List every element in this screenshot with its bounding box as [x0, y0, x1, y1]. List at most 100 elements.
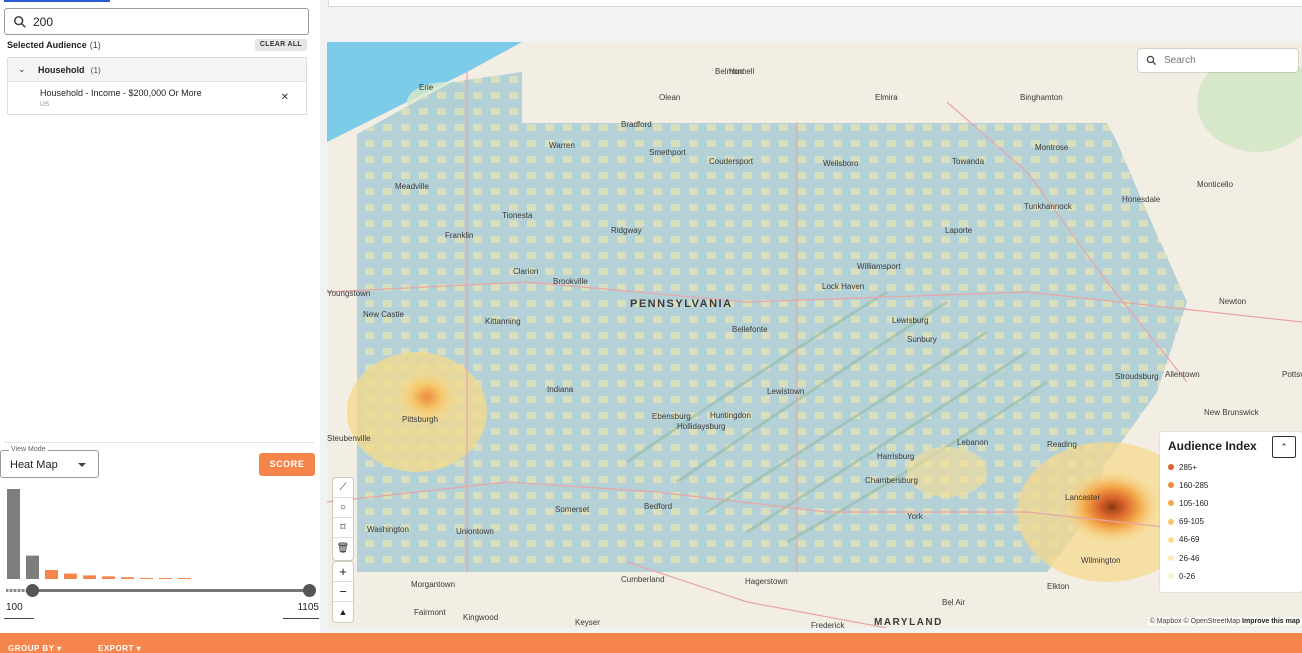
city-label: Allentown: [1165, 370, 1200, 379]
audience-search-input[interactable]: [33, 14, 293, 29]
legend-swatch: [1168, 573, 1174, 580]
histogram-bar: [102, 576, 115, 579]
city-label: Olean: [659, 93, 680, 102]
map-search[interactable]: [1138, 49, 1298, 72]
city-label: Tunkhannock: [1024, 202, 1073, 211]
city-label: Morgantown: [411, 580, 455, 589]
city-label: Tionesta: [502, 211, 533, 220]
city-label: Stroudsburg: [1115, 372, 1159, 381]
map-search-input[interactable]: [1164, 55, 1294, 66]
collapse-icon[interactable]: ⌃: [1272, 436, 1296, 458]
city-label: Keyser: [575, 618, 600, 627]
city-label: Montrose: [1035, 143, 1069, 152]
city-label: Lewistown: [767, 387, 804, 396]
city-label: Wilmington: [1081, 556, 1121, 565]
score-button[interactable]: SCORE: [259, 453, 315, 476]
group-header[interactable]: ⌄ Household (1): [8, 58, 306, 82]
group-name: Household: [38, 64, 85, 75]
group-by-button[interactable]: GROUP BY ▾: [8, 644, 62, 653]
remove-audience-icon[interactable]: ✕: [281, 92, 289, 103]
city-label: Frederick: [811, 621, 845, 628]
city-label: Wellsboro: [823, 159, 859, 168]
export-button[interactable]: EXPORT ▾: [98, 644, 141, 653]
state-label-pennsylvania: PENNSYLVANIA: [630, 298, 733, 310]
city-label: Elkton: [1047, 582, 1069, 591]
city-label: Indiana: [547, 385, 574, 394]
legend-item: 0-26: [1168, 569, 1195, 583]
selected-audience-count: (1): [89, 40, 101, 50]
city-label: Ridgway: [611, 226, 642, 235]
histogram-bar: [26, 555, 39, 579]
improve-map-link[interactable]: Improve this map: [1242, 618, 1300, 625]
city-label: Ebensburg: [652, 412, 691, 421]
caret-down-icon: [78, 463, 86, 467]
city-label: Newton: [1219, 297, 1246, 306]
city-label: Lancaster: [1065, 493, 1100, 502]
city-label: Fairmont: [414, 608, 446, 617]
search-icon: [13, 15, 26, 28]
draw-polygon-icon[interactable]: ⌑: [333, 518, 353, 538]
legend-swatch: [1168, 518, 1174, 525]
view-mode-value: Heat Map: [10, 459, 58, 471]
audience-item-name: Household - Income - $200,000 Or More: [40, 88, 202, 98]
audience-search[interactable]: [4, 8, 309, 35]
attribution-text[interactable]: © Mapbox © OpenStreetMap: [1150, 618, 1240, 625]
legend-item: 46-69: [1168, 533, 1199, 547]
city-label: Clarion: [513, 267, 538, 276]
range-max-input[interactable]: 1105: [283, 601, 319, 619]
city-label: Pottsville: [1282, 370, 1302, 379]
city-label: Lebanon: [957, 438, 988, 447]
legend-swatch: [1168, 464, 1174, 470]
city-label: Sunbury: [907, 335, 937, 344]
zoom-in-icon[interactable]: +: [333, 562, 353, 582]
app-root: Selected Audience (1) CLEAR ALL ⌄ Househ…: [0, 0, 1302, 653]
draw-line-icon[interactable]: ⟋: [333, 478, 353, 498]
city-label: Belmont: [715, 67, 745, 76]
legend-swatch: [1168, 500, 1174, 507]
map-labels: PENNSYLVANIA MARYLAND HornellBelmontOlea…: [327, 67, 1302, 628]
histogram-bar: [64, 573, 77, 579]
chevron-down-icon[interactable]: ⌄: [18, 64, 32, 75]
city-label: York: [907, 512, 924, 521]
draw-circle-icon[interactable]: ○: [333, 498, 353, 518]
city-label: Monticello: [1197, 180, 1234, 189]
audience-group: ⌄ Household (1) Household - Income - $20…: [7, 57, 307, 115]
top-link-underline[interactable]: [4, 0, 110, 2]
trash-icon[interactable]: 🗑: [333, 538, 353, 558]
city-label: Bedford: [644, 502, 672, 511]
city-label: Brookville: [553, 277, 588, 286]
navigation-controls: + − ▲: [333, 562, 353, 622]
legend-label: 160-285: [1179, 480, 1209, 490]
compass-icon[interactable]: ▲: [333, 602, 353, 622]
map-canvas[interactable]: PENNSYLVANIA MARYLAND Hornell Belmont Olea…: [327, 42, 1302, 628]
clear-all-button[interactable]: CLEAR ALL: [254, 39, 307, 51]
city-label: Reading: [1047, 440, 1077, 449]
city-label: Binghamton: [1020, 93, 1063, 102]
city-label: Washington: [367, 525, 409, 534]
city-label: Uniontown: [456, 527, 494, 536]
city-label: Coudersport: [709, 157, 754, 166]
search-icon: [1146, 55, 1157, 66]
city-label: Steubenville: [327, 434, 371, 443]
city-label: New Brunswick: [1204, 408, 1260, 417]
legend-item: 69-105: [1168, 515, 1204, 529]
map-attribution: © Mapbox © OpenStreetMap Improve this ma…: [1147, 617, 1302, 626]
city-label: Hollidaysburg: [677, 422, 725, 431]
city-label: Franklin: [445, 231, 473, 240]
city-label: Pittsburgh: [402, 415, 438, 424]
range-slider-max-handle[interactable]: [303, 584, 316, 597]
range-slider-min-handle[interactable]: [26, 584, 39, 597]
group-count: (1): [90, 64, 101, 75]
range-slider-fill: [32, 589, 310, 592]
legend-item: 160-285: [1168, 478, 1208, 492]
legend-label: 285+: [1179, 462, 1198, 472]
audience-item-region: US: [40, 101, 50, 108]
city-label: Laporte: [945, 226, 973, 235]
city-label: Meadville: [395, 182, 429, 191]
view-mode-select[interactable]: View Mode Heat Map: [0, 446, 99, 478]
range-min-input[interactable]: 100: [4, 601, 34, 619]
state-label-maryland: MARYLAND: [874, 617, 943, 628]
bottom-toolbar: GROUP BY ▾ EXPORT ▾: [0, 633, 1302, 653]
zoom-out-icon[interactable]: −: [333, 582, 353, 602]
histogram-bar: [140, 578, 153, 579]
